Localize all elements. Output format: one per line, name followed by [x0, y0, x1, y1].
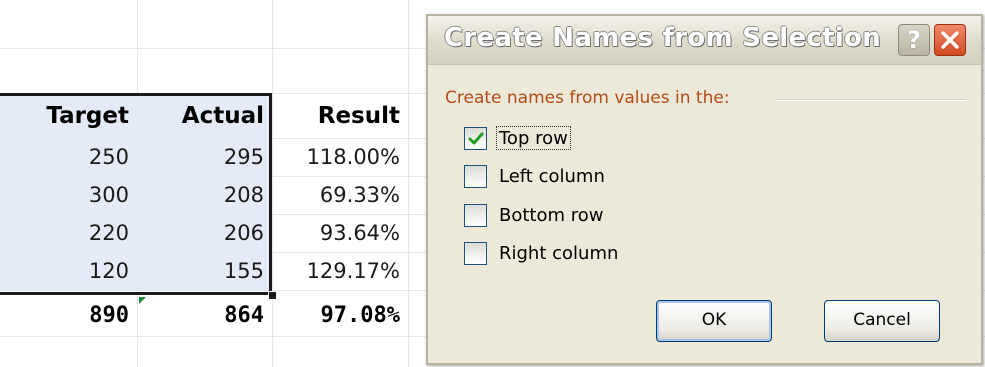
- selection-border: [0, 93, 272, 295]
- fill-handle[interactable]: [268, 291, 277, 300]
- header-cell-result[interactable]: Result: [272, 94, 408, 138]
- left-column-label: Left column: [499, 166, 605, 187]
- check-icon: [468, 132, 484, 145]
- right-column-checkbox[interactable]: [464, 242, 487, 265]
- cancel-button[interactable]: Cancel: [824, 300, 940, 342]
- table-cell-result[interactable]: 69.33%: [272, 176, 408, 214]
- top-row-checkbox[interactable]: [464, 127, 487, 150]
- right-column-label: Right column: [499, 243, 619, 264]
- bottom-row-label: Bottom row: [499, 205, 604, 226]
- bottom-row-checkbox[interactable]: [464, 204, 487, 227]
- dialog-title: Create Names from Selection: [444, 23, 882, 53]
- total-cell-actual[interactable]: 864: [137, 296, 272, 336]
- gridline: [408, 0, 409, 367]
- total-cell-result[interactable]: 97.08%: [272, 296, 408, 336]
- ok-button[interactable]: OK: [656, 300, 772, 342]
- create-names-dialog: Create Names from Selection ? Create nam…: [426, 14, 983, 365]
- help-button[interactable]: ?: [898, 24, 930, 56]
- table-cell-result[interactable]: 118.00%: [272, 138, 408, 176]
- close-icon: [941, 31, 959, 49]
- top-row-label: Top row: [496, 126, 571, 150]
- dialog-titlebar[interactable]: Create Names from Selection ?: [428, 16, 981, 65]
- group-label: Create names from values in the:: [445, 88, 730, 108]
- left-column-checkbox[interactable]: [464, 165, 487, 188]
- close-button[interactable]: [934, 24, 966, 56]
- focus-rectangle: [496, 126, 571, 150]
- table-cell-result[interactable]: 93.64%: [272, 214, 408, 252]
- group-divider: [776, 99, 966, 101]
- total-cell-target[interactable]: 890: [0, 296, 137, 336]
- table-cell-result[interactable]: 129.17%: [272, 252, 408, 290]
- error-indicator-icon: [139, 297, 146, 304]
